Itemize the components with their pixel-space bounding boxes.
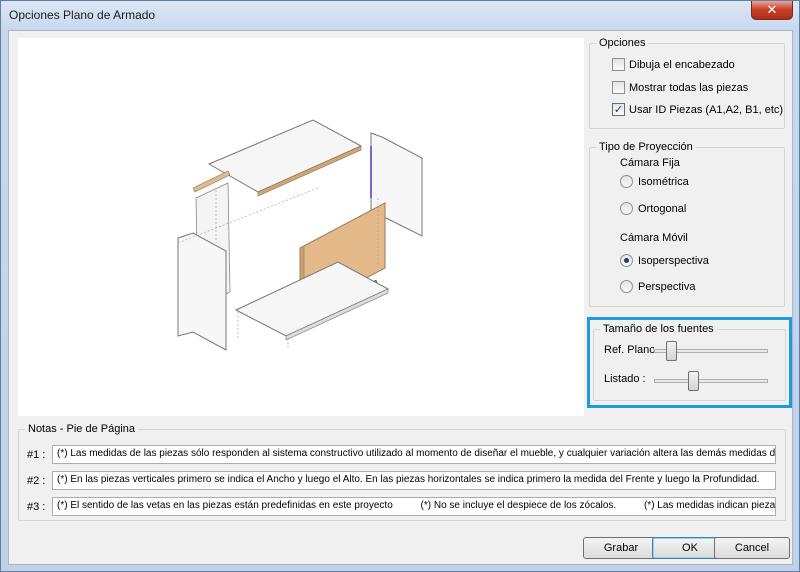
listado-slider-thumb[interactable] <box>687 371 699 391</box>
radio-isometrica[interactable]: Isométrica <box>620 175 689 188</box>
notas-group: Notas - Pie de Página #1 : (*) Las medid… <box>18 423 786 521</box>
cancel-button[interactable]: Cancel <box>714 537 790 559</box>
dialog-client-area: Opciones Dibuja el encabezado Mostrar to… <box>8 30 793 565</box>
radio-circle[interactable] <box>620 280 633 293</box>
note-field-3[interactable]: (*) El sentido de las vetas en las pieza… <box>52 497 776 516</box>
title-bar: Opciones Plano de Armado ✕ <box>1 1 799 29</box>
radio-isoperspectiva[interactable]: Isoperspectiva <box>620 254 709 267</box>
exploded-furniture-drawing <box>177 119 423 351</box>
opciones-legend: Opciones <box>596 37 649 49</box>
note-label-2: #2 : <box>27 475 46 487</box>
checkbox-label: Mostrar todas las piezas <box>629 81 749 94</box>
radio-ortogonal[interactable]: Ortogonal <box>620 202 686 215</box>
listado-label: Listado : <box>604 373 646 385</box>
proyeccion-group: Tipo de Proyección Cámara Fija Isométric… <box>589 141 785 307</box>
font-size-highlight: Tamaño de los fuentes Ref. Plano Listado… <box>587 317 792 408</box>
note-field-2[interactable]: (*) En las piezas verticales primero se … <box>52 471 776 490</box>
ref-plano-slider-thumb[interactable] <box>666 341 678 361</box>
font-size-legend: Tamaño de los fuentes <box>600 323 717 335</box>
radio-label: Ortogonal <box>638 202 687 215</box>
dialog-window: Opciones Plano de Armado ✕ Opciones Dibu… <box>0 0 800 572</box>
checkmark-icon: ✓ <box>613 104 624 116</box>
checkbox-dibuja-encabezado[interactable]: Dibuja el encabezado <box>612 58 735 71</box>
radio-circle[interactable] <box>620 202 633 215</box>
note-field-1[interactable]: (*) Las medidas de las piezas sólo respo… <box>52 445 776 464</box>
close-button[interactable]: ✕ <box>751 1 793 20</box>
camara-movil-label: Cámara Móvil <box>620 232 688 244</box>
camara-fija-label: Cámara Fija <box>620 157 680 169</box>
close-icon: ✕ <box>766 2 778 17</box>
grabar-button[interactable]: Grabar <box>583 537 659 559</box>
ref-plano-label: Ref. Plano <box>604 344 654 356</box>
radio-perspectiva[interactable]: Perspectiva <box>620 280 695 293</box>
radio-circle[interactable] <box>620 254 633 267</box>
listado-slider-track[interactable] <box>654 379 768 383</box>
checkbox-box[interactable] <box>612 81 625 94</box>
radio-circle[interactable] <box>620 175 633 188</box>
note-label-3: #3 : <box>27 501 46 513</box>
checkbox-mostrar-piezas[interactable]: Mostrar todas las piezas <box>612 81 748 94</box>
radio-label: Isométrica <box>638 175 689 188</box>
checkbox-box[interactable]: ✓ <box>612 103 625 116</box>
assembly-preview <box>18 38 584 416</box>
notas-legend: Notas - Pie de Página <box>25 423 139 435</box>
radio-label: Perspectiva <box>638 280 696 293</box>
radio-label: Isoperspectiva <box>638 254 709 267</box>
note-label-1: #1 : <box>27 449 46 461</box>
font-size-group: Tamaño de los fuentes Ref. Plano Listado… <box>593 323 786 401</box>
window-title: Opciones Plano de Armado <box>9 8 156 22</box>
checkbox-label: Dibuja el encabezado <box>629 58 735 71</box>
checkbox-label: Usar ID Piezas (A1,A2, B1, etc) <box>629 103 784 116</box>
checkbox-box[interactable] <box>612 58 625 71</box>
proyeccion-legend: Tipo de Proyección <box>596 141 696 153</box>
checkbox-usar-id-piezas[interactable]: ✓ Usar ID Piezas (A1,A2, B1, etc) <box>612 103 783 116</box>
opciones-group: Opciones Dibuja el encabezado Mostrar to… <box>589 37 785 129</box>
